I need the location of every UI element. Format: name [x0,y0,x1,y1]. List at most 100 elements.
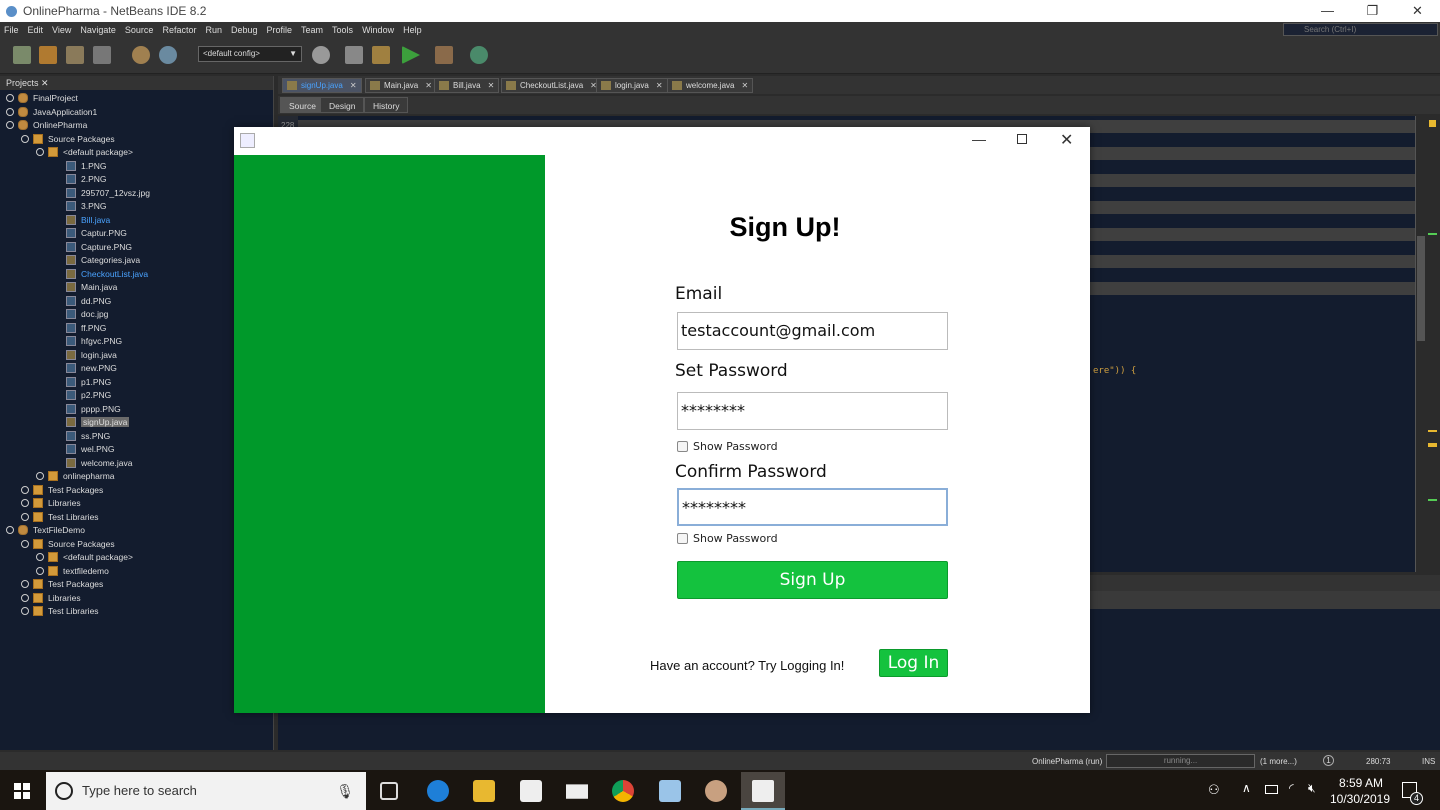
open-project-icon[interactable] [66,46,84,64]
checkbox-icon[interactable] [677,441,688,452]
tree-item[interactable]: onlinepharma [36,470,115,482]
new-file-icon[interactable] [13,46,31,64]
globe-icon[interactable] [312,46,330,64]
redo-icon[interactable] [159,46,177,64]
close-tab-icon[interactable]: ✕ [350,81,357,90]
tree-item[interactable]: Main.java [66,281,117,293]
file-explorer-icon[interactable] [473,780,495,802]
menu-file[interactable]: File [4,25,19,35]
store-icon[interactable] [520,780,542,802]
undo-icon[interactable] [132,46,150,64]
taskbar-search[interactable]: Type here to search 🎙︎ [46,772,366,810]
tree-item[interactable]: Categories.java [66,254,140,266]
maximize-button[interactable] [1017,134,1027,144]
menu-team[interactable]: Team [301,25,323,35]
close-tab-icon[interactable]: ✕ [425,81,432,90]
tree-item[interactable]: textfiledemo [36,565,109,577]
view-history[interactable]: History [364,97,409,113]
profile-icon[interactable] [470,46,488,64]
clean-build-icon[interactable] [372,46,390,64]
tree-item[interactable]: OnlinePharma [6,119,87,131]
save-all-icon[interactable] [93,46,111,64]
tree-item[interactable]: p2.PNG [66,389,111,401]
tree-item[interactable]: JavaApplication1 [6,106,97,118]
tree-item[interactable]: TextFileDemo [6,524,85,536]
more-tasks-link[interactable]: (1 more...) [1260,757,1297,766]
tree-item[interactable]: dd.PNG [66,295,111,307]
tab-login[interactable]: login.java ✕ [596,78,668,93]
password-field[interactable]: ******** [677,392,948,430]
menu-run[interactable]: Run [205,25,222,35]
tab-signup[interactable]: signUp.java ✕ [282,78,362,93]
tree-item[interactable]: Source Packages [21,133,115,145]
tree-item[interactable]: Captur.PNG [66,227,127,239]
tree-item[interactable]: Bill.java [66,214,110,226]
expand-toggle-icon[interactable] [21,593,29,602]
minimize-button[interactable]: — [972,131,986,147]
menu-debug[interactable]: Debug [231,25,258,35]
wifi-icon[interactable]: ◜ [1289,781,1294,795]
tree-item[interactable]: Capture.PNG [66,241,132,253]
tree-item[interactable]: hfgvc.PNG [66,335,122,347]
view-source[interactable]: Source [280,97,325,113]
tree-item[interactable]: <default package> [36,551,133,563]
expand-toggle-icon[interactable] [36,148,44,156]
expand-toggle-icon[interactable] [6,526,14,534]
close-tab-icon[interactable]: ✕ [741,81,748,90]
volume-muted-icon[interactable]: 🔇︎ [1308,781,1316,796]
expand-toggle-icon[interactable] [21,607,29,615]
log-in-button[interactable]: Log In [879,649,948,677]
show-password-checkbox[interactable]: Show Password [677,440,778,453]
tree-item[interactable]: login.java [66,349,117,361]
tree-item[interactable]: Libraries [21,497,81,509]
expand-toggle-icon[interactable] [36,553,44,561]
windows-start-icon[interactable] [14,783,30,799]
expand-toggle-icon[interactable] [36,566,44,575]
tree-item[interactable]: Test Packages [21,484,103,496]
menu-view[interactable]: View [52,25,71,35]
config-select[interactable]: <default config> ▼ [198,46,302,62]
notification-icon[interactable]: 1 [1323,755,1334,766]
tree-item[interactable]: ff.PNG [66,322,106,334]
expand-toggle-icon[interactable] [6,107,14,116]
tree-item[interactable]: 295707_12vsz.jpg [66,187,150,199]
tree-item[interactable]: wel.PNG [66,443,115,455]
clock-time[interactable]: 8:59 AM [1336,776,1386,790]
close-tab-icon[interactable]: ✕ [656,81,663,90]
tree-item[interactable]: FinalProject [6,92,78,104]
task-view-icon[interactable] [380,782,398,800]
menu-source[interactable]: Source [125,25,154,35]
expand-toggle-icon[interactable] [6,121,14,129]
tree-item[interactable]: 2.PNG [66,173,107,185]
search-input[interactable]: Search (Ctrl+I) [1283,23,1438,36]
sign-up-button[interactable]: Sign Up [677,561,948,599]
build-icon[interactable] [345,46,363,64]
tree-item[interactable]: 3.PNG [66,200,107,212]
expand-toggle-icon[interactable] [21,134,29,143]
java-app-taskbar-button[interactable] [741,772,785,810]
editor-scrollbar[interactable] [1415,116,1426,572]
tab-welcome[interactable]: welcome.java ✕ [667,78,754,93]
run-icon[interactable] [402,46,420,64]
menu-navigate[interactable]: Navigate [80,25,116,35]
new-project-icon[interactable] [39,46,57,64]
battery-icon[interactable] [1265,785,1278,794]
microphone-icon[interactable]: 🎙︎ [336,772,354,810]
email-field[interactable]: testaccount@gmail.com [677,312,948,350]
show-confirm-password-checkbox[interactable]: Show Password [677,532,778,545]
expand-toggle-icon[interactable] [21,512,29,521]
tree-item[interactable]: pppp.PNG [66,403,121,415]
tree-item[interactable]: signUp.java [66,416,130,428]
tree-item[interactable]: ss.PNG [66,430,110,442]
expand-toggle-icon[interactable] [21,499,29,507]
expand-toggle-icon[interactable] [21,485,29,494]
close-tab-icon[interactable]: ✕ [488,81,495,90]
chrome-icon[interactable] [612,780,634,802]
clock-date[interactable]: 10/30/2019 [1328,792,1392,806]
expand-toggle-icon[interactable] [6,94,14,102]
tree-item[interactable]: CheckoutList.java [66,268,148,280]
tab-checkoutlist[interactable]: CheckoutList.java ✕ [501,78,602,93]
expand-toggle-icon[interactable] [36,472,44,480]
tree-item[interactable]: p1.PNG [66,376,111,388]
confirm-password-field[interactable]: ******** [677,488,948,526]
